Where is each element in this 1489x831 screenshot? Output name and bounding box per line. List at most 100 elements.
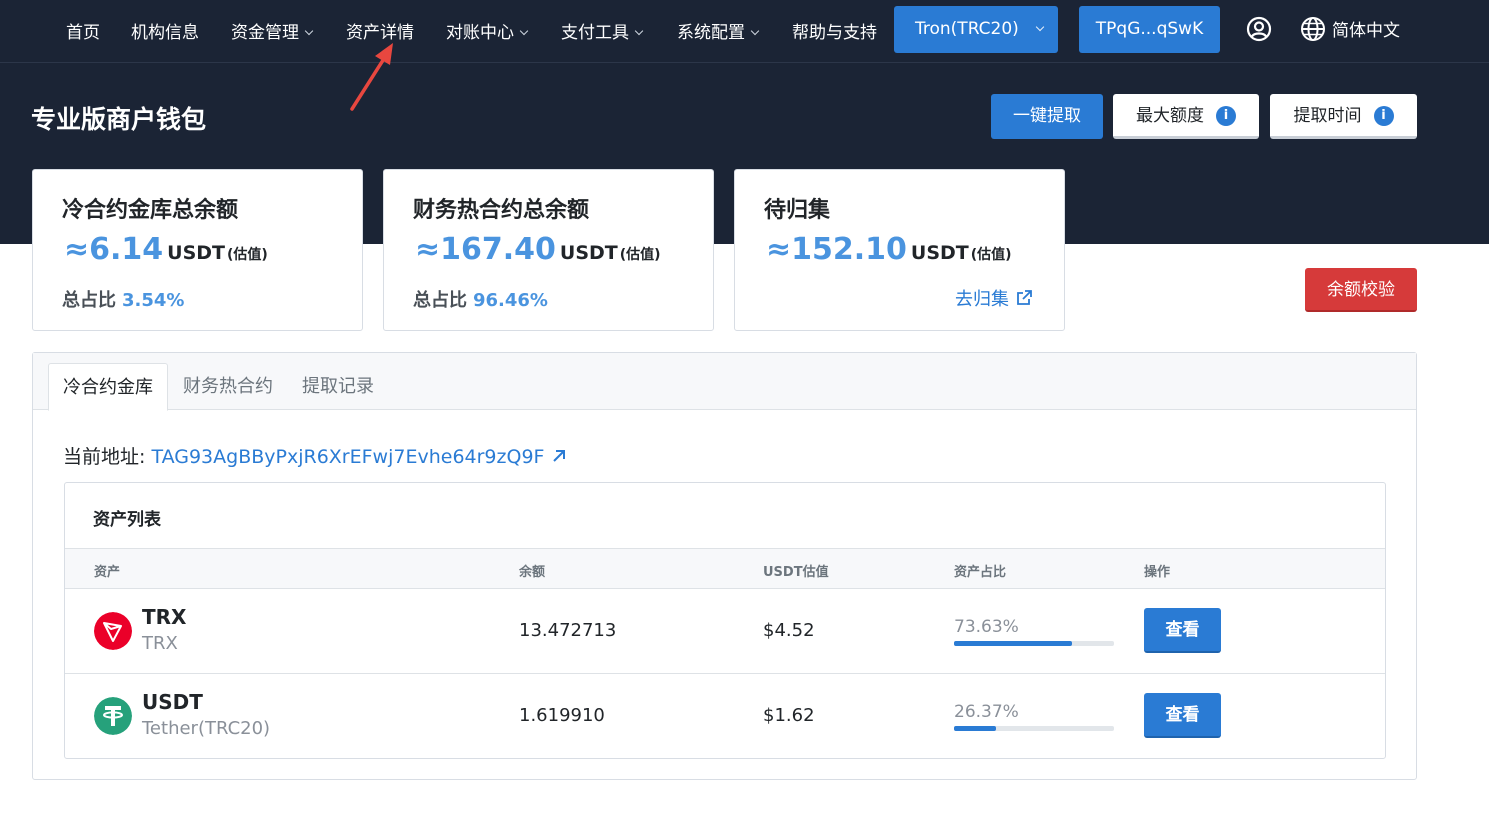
user-circle-icon[interactable] (1246, 16, 1272, 42)
card-amount: ≈167.40 USDT (估值) (415, 232, 661, 267)
column-header-usdt-value: USDT估值 (763, 565, 829, 580)
go-collect-label: 去归集 (955, 289, 1009, 310)
balance-check-label: 余额校验 (1327, 280, 1395, 300)
share-progress-bar (954, 641, 1114, 646)
view-label: 查看 (1165, 705, 1200, 725)
tab-withdraw-records[interactable]: 提取记录 (288, 363, 388, 410)
column-header-asset: 资产 (94, 565, 121, 580)
chevron-down-icon (634, 26, 644, 36)
asset-name: TRX (142, 633, 178, 654)
info-icon: i (1216, 106, 1236, 126)
amount-unit: USDT (559, 242, 618, 264)
nav-item-payment-tools[interactable]: 支付工具 (561, 18, 644, 43)
nav-item-label: 对账中心 (446, 23, 514, 43)
wallet-panel: 冷合约金库 财务热合约 提取记录 当前地址: TAG93AgBByPxjR6Xr… (32, 352, 1417, 780)
info-icon: i (1373, 106, 1394, 126)
language-selector[interactable]: 简体中文 (1300, 16, 1400, 42)
tab-label: 提取记录 (302, 376, 374, 397)
card-title: 待归集 (764, 198, 831, 223)
max-limit-label: 最大额度 (1136, 106, 1204, 126)
chevron-down-icon (304, 26, 314, 36)
chevron-down-icon (519, 26, 529, 36)
asset-symbol: TRX (142, 605, 187, 629)
top-nav: 首页 机构信息 资金管理 资产详情 对账中心 支付工具 系统配置 帮助与支持 T… (0, 0, 1489, 63)
card-amount: ≈152.10 USDT (估值) (766, 232, 1012, 267)
card-ratio: 总占比 96.46% (413, 286, 548, 312)
nav-item-help[interactable]: 帮助与支持 (792, 18, 877, 43)
share-progress-fill (954, 726, 997, 731)
column-header-action: 操作 (1144, 565, 1171, 580)
nav-item-home[interactable]: 首页 (66, 18, 100, 43)
tab-cold-vault[interactable]: 冷合约金库 (48, 363, 168, 411)
ratio-label: 总占比 (62, 290, 116, 311)
ratio-label: 总占比 (413, 290, 467, 311)
table-row: TRX TRX 13.472713 $4.52 73.63% 查看 (65, 589, 1385, 674)
nav-item-reconciliation[interactable]: 对账中心 (446, 18, 529, 43)
wallet-address-button[interactable]: TPqG...qSwK (1079, 6, 1220, 53)
amount-value: ≈167.40 (415, 232, 556, 267)
asset-usdt-value: $4.52 (763, 620, 815, 641)
column-header-share: 资产占比 (954, 565, 1007, 580)
amount-unit: USDT (167, 242, 226, 264)
nav-item-institution[interactable]: 机构信息 (131, 18, 199, 43)
tether-icon (94, 697, 132, 735)
nav-item-label: 资金管理 (231, 23, 299, 43)
max-limit-button[interactable]: 最大额度 i (1113, 94, 1259, 139)
view-label: 查看 (1165, 620, 1200, 640)
estimate-label: (估值) (619, 247, 661, 263)
chevron-down-icon (1035, 22, 1045, 32)
current-address-link[interactable]: TAG93AgBByPxjR6XrEFwj7Evhe64r9zQ9F (151, 446, 544, 468)
nav-item-label: 系统配置 (677, 23, 745, 43)
view-button[interactable]: 查看 (1144, 693, 1221, 738)
withdraw-time-button[interactable]: 提取时间 i (1270, 94, 1417, 139)
balance-check-button[interactable]: 余额校验 (1305, 268, 1417, 312)
amount-value: ≈6.14 (64, 232, 164, 267)
share-progress-fill (954, 641, 1072, 646)
asset-share: 73.63% (954, 617, 1019, 637)
tab-hot-contract[interactable]: 财务热合约 (169, 363, 287, 410)
go-collect-link[interactable]: 去归集 (955, 285, 1033, 311)
asset-share: 26.37% (954, 702, 1019, 722)
nav-item-label: 首页 (66, 23, 100, 43)
asset-list-title: 资产列表 (93, 510, 161, 530)
ratio-value: 96.46% (473, 290, 548, 311)
asset-symbol: USDT (142, 690, 203, 714)
asset-list: 资产列表 资产 余额 USDT估值 资产占比 操作 TRX TRX 13.472… (64, 482, 1386, 759)
card-title: 财务热合约总余额 (413, 198, 590, 223)
network-label: Tron(TRC20) (915, 19, 1019, 39)
withdraw-all-button[interactable]: 一键提取 (991, 94, 1103, 139)
external-link-icon (1017, 290, 1032, 305)
asset-usdt-value: $1.62 (763, 705, 815, 726)
wallet-address-label: TPqG...qSwK (1095, 19, 1204, 39)
card-ratio: 总占比 3.54% (62, 286, 184, 312)
withdraw-time-label: 提取时间 (1293, 106, 1362, 126)
estimate-label: (估值) (227, 247, 268, 263)
nav-item-funds[interactable]: 资金管理 (231, 18, 314, 43)
page-title: 专业版商户钱包 (31, 105, 207, 134)
nav-item-label: 支付工具 (561, 23, 629, 43)
table-row: USDT Tether(TRC20) 1.619910 $1.62 26.37%… (65, 674, 1385, 759)
amount-value: ≈152.10 (766, 232, 907, 267)
view-button[interactable]: 查看 (1144, 608, 1221, 653)
card-title: 冷合约金库总余额 (62, 198, 239, 223)
network-select-button[interactable]: Tron(TRC20) (894, 6, 1058, 53)
share-progress-bar (954, 726, 1114, 731)
amount-unit: USDT (910, 242, 969, 264)
table-header: 资产 余额 USDT估值 资产占比 操作 (65, 548, 1385, 589)
asset-balance: 13.472713 (519, 620, 617, 641)
pending-collection-card: 待归集 ≈152.10 USDT (估值) 去归集 (734, 169, 1065, 331)
asset-name: Tether(TRC20) (142, 718, 271, 739)
current-address: 当前地址: TAG93AgBByPxjR6XrEFwj7Evhe64r9zQ9F (63, 442, 568, 469)
arrow-up-right-icon[interactable] (550, 447, 568, 465)
nav-item-system-config[interactable]: 系统配置 (677, 18, 760, 43)
chevron-down-icon (750, 26, 760, 36)
tab-bar: 冷合约金库 财务热合约 提取记录 (33, 353, 1416, 411)
annotation-arrow-icon (350, 43, 393, 111)
hot-contract-card: 财务热合约总余额 ≈167.40 USDT (估值) 总占比 96.46% (383, 169, 714, 331)
tab-label: 冷合约金库 (63, 377, 153, 398)
language-label: 简体中文 (1332, 21, 1400, 41)
estimate-label: (估值) (970, 247, 1012, 263)
tron-icon (94, 612, 132, 650)
current-address-label: 当前地址: (63, 446, 146, 468)
column-header-balance: 余额 (519, 565, 546, 580)
